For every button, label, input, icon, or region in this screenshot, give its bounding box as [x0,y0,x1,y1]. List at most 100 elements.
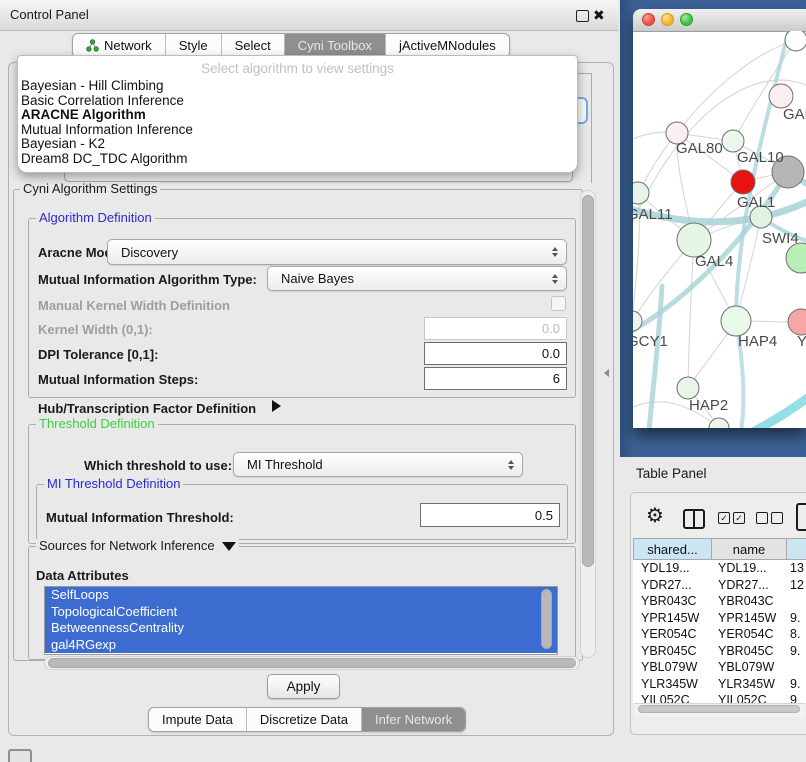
table-cell[interactable]: 9. [785,676,806,693]
table-row[interactable]: YDL19...YDL19...13 [633,560,806,577]
table-cell[interactable]: YBR045C [710,643,785,660]
tab-style[interactable]: Style [165,34,221,57]
dropdown-item[interactable]: Basic Correlation Inference [21,94,577,109]
table-row[interactable]: YBL079WYBL079W [633,659,806,676]
table-row[interactable]: YBR043CYBR043C [633,593,806,610]
checked-checkbox-icon[interactable]: ✓ [718,512,730,524]
which-threshold-combobox[interactable]: MI Threshold [233,452,523,477]
list-scrollbar-thumb[interactable] [541,589,552,649]
dropdown-item[interactable]: Mutual Information Inference [21,123,577,138]
table-cell[interactable]: YBR043C [710,593,785,610]
tab-impute-data[interactable]: Impute Data [149,708,246,731]
network-window[interactable]: GAL80GAL10GALGAL1GAL11SWI4GAL4GCY1HAP4YH… [633,9,806,428]
network-node[interactable] [788,309,806,335]
unchecked-checkbox-icon[interactable] [771,512,783,524]
splitpane-collapse-icon[interactable] [604,369,609,377]
unchecked-checkbox-icon[interactable] [756,512,768,524]
zoom-traffic-light-icon[interactable] [680,13,693,26]
table-row[interactable]: YBR045CYBR045C9. [633,643,806,660]
table-cell[interactable]: YDR27... [633,577,710,594]
mi-steps-field[interactable]: 6 [424,367,567,390]
table-cell[interactable]: 9. [785,610,806,627]
network-node[interactable] [785,31,806,51]
network-edge[interactable] [688,240,694,388]
table-cell[interactable]: YIL052C [633,692,710,703]
network-node[interactable] [731,170,755,194]
network-window-titlebar[interactable] [633,9,806,32]
table-cell[interactable]: YER054C [710,626,785,643]
tab-discretize-data[interactable]: Discretize Data [246,708,361,731]
list-item[interactable]: SelfLoops [45,587,557,604]
dropdown-item[interactable]: Bayesian - Hill Climbing [21,79,577,94]
column-header-name[interactable]: name [711,539,786,559]
table-cell[interactable]: YDR27... [710,577,785,594]
close-icon[interactable]: ✖ [593,6,605,24]
mi-threshold-field[interactable]: 0.5 [420,503,560,527]
dropdown-item-selected[interactable]: ARACNE Algorithm [21,108,577,123]
table-row[interactable]: YDR27...YDR27...12 [633,577,806,594]
manual-kernel-width-checkbox[interactable] [551,296,566,311]
table-cell[interactable]: YDL19... [710,560,785,577]
column-header-shared[interactable]: shared... [634,539,711,559]
split-columns-icon[interactable] [683,509,705,529]
table-cell[interactable]: 8. [785,626,806,643]
float-window-icon[interactable] [576,10,589,22]
table-cell[interactable]: 9. [785,643,806,660]
network-edge[interactable] [649,286,662,428]
tab-cyni-toolbox[interactable]: Cyni Toolbox [284,34,385,57]
dropdown-item[interactable]: Dream8 DC_TDC Algorithm [21,152,577,167]
settings-hscrollbar-thumb[interactable] [48,658,576,668]
table-cell[interactable]: YBR045C [633,643,710,660]
collapse-arrow-icon[interactable] [222,542,236,551]
table-row[interactable]: YPR145WYPR145W9. [633,610,806,627]
dpi-tolerance-field[interactable]: 0.0 [424,342,567,365]
table-row[interactable]: YLR345WYLR345W9. [633,676,806,693]
table-cell[interactable]: YLR345W [710,676,785,693]
settings-vscrollbar-thumb[interactable] [582,195,594,567]
table-cell[interactable]: YDL19... [633,560,710,577]
table-cell[interactable]: YPR145W [633,610,710,627]
list-item[interactable]: BetweennessCentrality [45,620,557,637]
network-node[interactable] [709,418,729,428]
table-cell[interactable]: YLR345W [633,676,710,693]
table-cell[interactable] [785,659,806,676]
checked-checkbox-icon[interactable]: ✓ [733,512,745,524]
table-row[interactable]: YER054CYER054C8. [633,626,806,643]
network-edge[interactable] [751,397,806,428]
partial-corner-button[interactable] [8,749,32,762]
table-cell[interactable]: 9 [785,692,806,703]
table-cell[interactable]: YPR145W [710,610,785,627]
tab-jactivemnodules[interactable]: jActiveMNodules [385,34,509,57]
table-hscrollbar-thumb[interactable] [638,705,800,713]
table-cell[interactable]: YER054C [633,626,710,643]
table-cell[interactable]: YBL079W [710,659,785,676]
data-attributes-list[interactable]: SelfLoops TopologicalCoefficient Between… [44,586,558,655]
table-cell[interactable]: 13 [785,560,806,577]
network-node[interactable] [677,377,699,399]
gear-icon[interactable]: ⚙ [646,504,664,528]
network-node[interactable] [769,84,793,108]
apply-button[interactable]: Apply [267,674,340,699]
network-node[interactable] [721,306,751,336]
table-cell[interactable]: 12 [785,577,806,594]
table-cell[interactable]: YIL052C [710,692,785,703]
table-cell[interactable]: YBL079W [633,659,710,676]
network-canvas[interactable]: GAL80GAL10GALGAL1GAL11SWI4GAL4GCY1HAP4YH… [633,31,806,428]
mi-algorithm-type-combobox[interactable]: Naive Bayes [267,266,567,291]
tab-select[interactable]: Select [221,34,284,57]
table-cell[interactable]: YBR043C [633,593,710,610]
network-node[interactable] [677,223,711,257]
dropdown-item[interactable]: Bayesian - K2 [21,137,577,152]
table-function-icon[interactable] [796,503,806,531]
aracne-mode-combobox[interactable]: Discovery [107,239,567,265]
list-item[interactable]: TopologicalCoefficient [45,604,557,621]
column-header-partial[interactable] [786,539,806,559]
expand-arrow-icon[interactable] [272,400,281,412]
tab-network[interactable]: Network [73,34,165,57]
kernel-width-field[interactable]: 0.0 [424,317,567,340]
table-row[interactable]: YIL052CYIL052C9 [633,692,806,703]
minimize-traffic-light-icon[interactable] [661,13,674,26]
close-traffic-light-icon[interactable] [642,13,655,26]
list-item[interactable]: gal4RGexp [45,637,557,654]
network-node[interactable] [786,243,806,273]
